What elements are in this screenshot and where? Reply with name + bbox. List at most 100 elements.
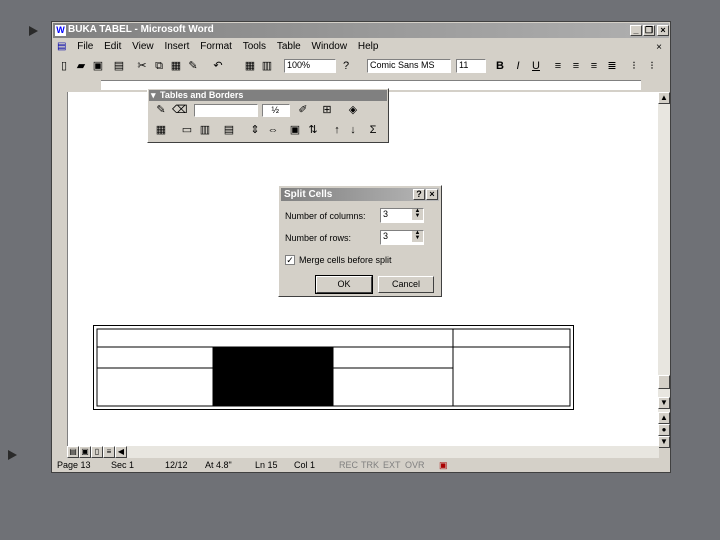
dialog-close-icon[interactable]: × (426, 189, 438, 200)
split-cells-dialog: Split Cells ? × Number of columns: 3 ▲ ▼ … (278, 185, 442, 297)
eraser-icon[interactable]: ⌫ (172, 103, 188, 117)
help-icon[interactable]: ? (339, 59, 353, 73)
italic-button[interactable]: I (511, 59, 525, 73)
print-layout-icon[interactable]: ▯ (91, 446, 103, 458)
columns-label: Number of columns: (285, 211, 366, 221)
window-title: BUKA TABEL - Microsoft Word (68, 24, 214, 35)
next-page-icon[interactable]: ▼ (658, 436, 670, 448)
vertical-ruler[interactable] (53, 92, 66, 462)
copy-icon[interactable]: ⧉ (152, 59, 166, 73)
sort-ascending-icon[interactable]: ↑ (330, 123, 344, 137)
line-style-select[interactable] (194, 104, 258, 117)
cut-icon[interactable]: ✂ (135, 59, 149, 73)
slide-bullet-arrow (8, 450, 17, 460)
rows-spinner[interactable]: ▲ ▼ (412, 230, 423, 242)
paste-icon[interactable]: ▦ (169, 59, 183, 73)
browse-object-icon[interactable]: ● (658, 424, 670, 436)
status-rec: REC (339, 460, 359, 470)
scroll-down-icon[interactable]: ▼ (658, 397, 670, 409)
menu-edit[interactable]: Edit (100, 39, 125, 54)
close-button[interactable]: × (657, 25, 669, 36)
menu-view[interactable]: View (128, 39, 158, 54)
rows-label: Number of rows: (285, 233, 352, 243)
rows-input[interactable]: 3 ▲ ▼ (380, 230, 424, 245)
bullets-icon[interactable]: ⁝ (645, 59, 659, 73)
maximize-button[interactable]: ❐ (643, 25, 655, 36)
status-ext: EXT (383, 460, 401, 470)
font-select[interactable]: Comic Sans MS (367, 59, 451, 73)
menu-format[interactable]: Format (196, 39, 236, 54)
new-icon[interactable]: ▯ (57, 59, 71, 73)
scroll-left-icon[interactable]: ◀ (115, 446, 127, 458)
table-icon[interactable]: ▦ (243, 59, 257, 73)
menu-insert[interactable]: Insert (160, 39, 193, 54)
normal-view-icon[interactable]: ▤ (67, 446, 79, 458)
word-icon: W (55, 25, 66, 36)
outline-view-icon[interactable]: ≡ (103, 446, 115, 458)
distribute-columns-icon[interactable]: ⇔ (266, 123, 280, 137)
status-pages: 12/12 (165, 460, 188, 470)
justify-icon[interactable]: ≣ (605, 59, 619, 73)
shading-icon[interactable]: ◈ (346, 103, 360, 117)
zoom-select[interactable]: 100% (284, 59, 336, 73)
size-select[interactable]: 11 (456, 59, 486, 73)
text-direction-icon[interactable]: ⇅ (306, 123, 320, 137)
menu-bar: ▤ File Edit View Insert Format Tools Tab… (53, 39, 669, 55)
scroll-up-icon[interactable]: ▲ (658, 92, 670, 104)
line-weight-select[interactable]: ½ (262, 104, 290, 117)
sort-descending-icon[interactable]: ↓ (346, 123, 360, 137)
web-view-icon[interactable]: ▣ (79, 446, 91, 458)
menu-help[interactable]: Help (354, 39, 383, 54)
menu-file[interactable]: File (73, 39, 97, 54)
format-painter-icon[interactable]: ✎ (186, 59, 200, 73)
tables-toolbar-title: Tables and Borders (160, 90, 244, 100)
save-icon[interactable]: ▣ (91, 59, 105, 73)
bold-button[interactable]: B (493, 59, 507, 73)
align-top-icon[interactable]: ▤ (222, 123, 236, 137)
align-left-icon[interactable]: ≡ (551, 59, 565, 73)
open-icon[interactable]: ▰ (74, 59, 88, 73)
menu-tools[interactable]: Tools (239, 39, 270, 54)
undo-icon[interactable]: ↶ (211, 59, 225, 73)
columns-icon[interactable]: ▥ (260, 59, 274, 73)
border-color-icon[interactable]: ✐ (296, 103, 310, 117)
document-table[interactable] (93, 325, 574, 410)
line-weight-value: ½ (271, 105, 279, 115)
merge-label: Merge cells before split (299, 255, 392, 265)
minimize-button[interactable]: _ (630, 25, 642, 36)
menu-table[interactable]: Table (273, 39, 305, 54)
merge-cells-icon[interactable]: ▭ (180, 123, 194, 137)
autosum-icon[interactable]: Σ (366, 123, 380, 137)
vertical-scrollbar[interactable]: ▲ ▼ ▲ ● ▼ (658, 92, 670, 448)
status-bar: Page 13 Sec 1 12/12 At 4.8" Ln 15 Col 1 … (53, 459, 669, 473)
toolbar-menu-icon[interactable]: ▾ (149, 90, 158, 100)
ok-button[interactable]: OK (315, 275, 373, 294)
scroll-thumb[interactable] (658, 375, 670, 389)
menu-window[interactable]: Window (308, 39, 352, 54)
print-icon[interactable]: ▤ (112, 59, 126, 73)
table-autoformat-icon[interactable]: ▣ (288, 123, 302, 137)
columns-input[interactable]: 3 ▲ ▼ (380, 208, 424, 223)
selected-cell[interactable] (213, 347, 333, 406)
font-value: Comic Sans MS (370, 60, 435, 70)
merge-checkbox[interactable]: ✓ (285, 255, 295, 265)
tables-toolbar-titlebar[interactable]: ▾ Tables and Borders (149, 90, 387, 101)
doc-close-icon[interactable]: × (652, 40, 666, 55)
horizontal-scrollbar[interactable]: ▤ ▣ ▯ ≡ ◀ (67, 446, 659, 458)
doc-icon: ▤ (57, 41, 67, 52)
prev-page-icon[interactable]: ▲ (658, 412, 670, 424)
numbering-icon[interactable]: ⁝ (627, 59, 641, 73)
split-cells-icon[interactable]: ▥ (198, 123, 212, 137)
distribute-rows-icon[interactable]: ⇕ (248, 123, 262, 137)
align-right-icon[interactable]: ≡ (587, 59, 601, 73)
columns-spinner[interactable]: ▲ ▼ (412, 208, 423, 220)
borders-icon[interactable]: ⊞ (320, 103, 334, 117)
align-center-icon[interactable]: ≡ (569, 59, 583, 73)
underline-button[interactable]: U (529, 59, 543, 73)
cancel-button[interactable]: Cancel (378, 276, 434, 293)
insert-table-icon[interactable]: ▦ (154, 123, 168, 137)
status-at: At 4.8" (205, 460, 232, 470)
status-sec: Sec 1 (111, 460, 135, 470)
dialog-help-icon[interactable]: ? (413, 189, 425, 200)
draw-table-icon[interactable]: ✎ (154, 103, 168, 117)
